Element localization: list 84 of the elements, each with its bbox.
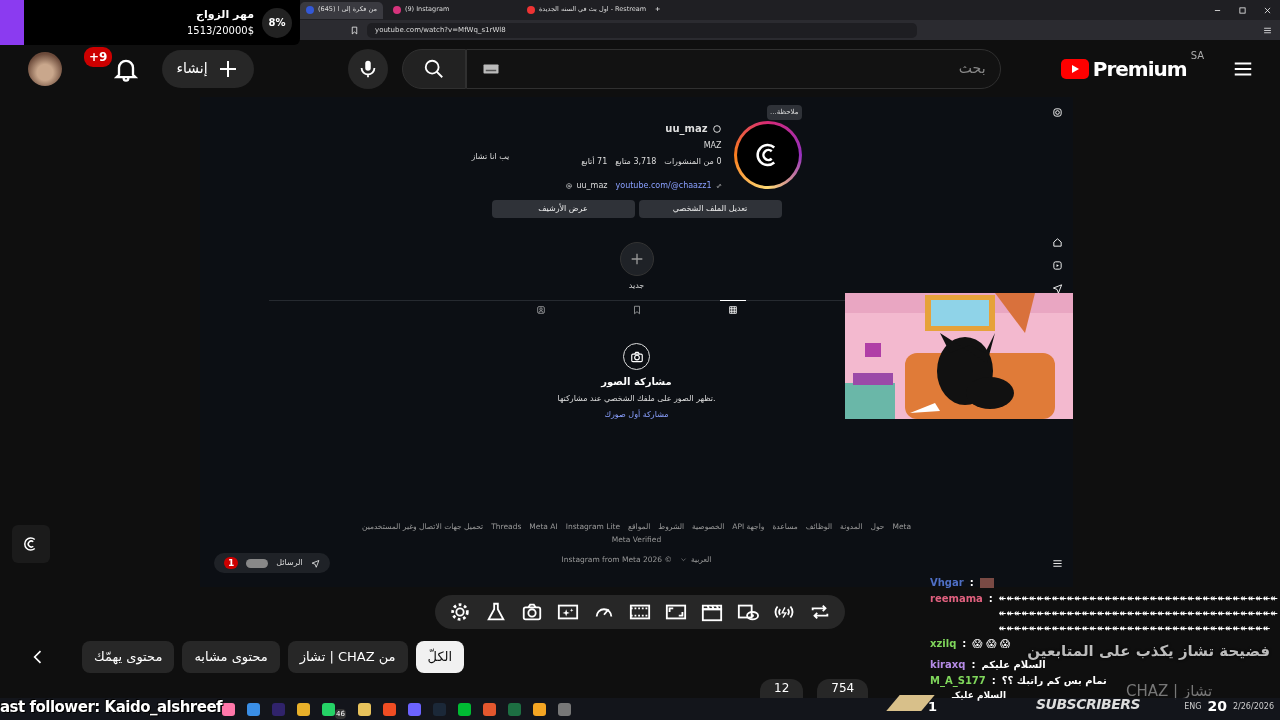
bookmark-icon[interactable] xyxy=(350,25,359,35)
chat-username: Vhgar xyxy=(930,576,964,590)
chat-message: السلام عليكـ xyxy=(952,689,1006,701)
tab-favicon xyxy=(392,6,401,14)
language-indicator[interactable]: ENG xyxy=(1184,700,1202,713)
tab-favicon xyxy=(526,6,535,14)
chat-separator: : xyxy=(991,674,996,688)
avatar[interactable] xyxy=(28,51,62,86)
filter-chip[interactable]: من CHAZ | تشاز xyxy=(287,641,408,673)
taskbar-app-icon[interactable] xyxy=(457,702,471,716)
profile-stat[interactable]: 71 أتابع xyxy=(581,156,608,168)
subscriber-goal: 20 xyxy=(1207,698,1227,716)
goal-amount: 1513/20000$ xyxy=(187,24,254,39)
goal-title: مهر الزواج xyxy=(195,6,254,24)
chat-separator: : xyxy=(988,592,993,606)
chat-username: reemama xyxy=(930,592,983,606)
play-icon xyxy=(1060,58,1089,79)
taskbar-app-icon[interactable] xyxy=(322,702,335,716)
notification-badge: +9 xyxy=(84,46,113,67)
home-icon[interactable] xyxy=(1052,237,1063,248)
profile-stat[interactable]: 3,718 متابع xyxy=(615,156,657,168)
overlay-banner-text: فضيحة تشاز يكذب على المتابعين xyxy=(1027,642,1270,660)
filter-chip[interactable]: محتوى مشابه xyxy=(182,641,280,673)
chat-separator: : xyxy=(971,658,976,672)
region-code: SA xyxy=(1190,48,1204,63)
chat-message: تمام بس كم راتبك ؟؟ xyxy=(1001,674,1107,689)
youtube-premium-logo[interactable]: Premium xyxy=(1060,53,1187,84)
chat-separator: : xyxy=(969,576,974,590)
tab-favicon xyxy=(306,6,314,14)
new-highlight-button[interactable] xyxy=(619,242,654,276)
messages-badge: 1 xyxy=(224,557,239,569)
chat-separator: : xyxy=(962,637,967,651)
search-icon xyxy=(422,57,445,80)
chat-message: ↞↞↞↞↞↞↞↞↞↞↞↞↞↞↞↞↞↞↞↞↞↞↞↞↞↞↞↞↞↞↞↞↞↞↞↞↞↞↞↞↞↞↞↞↞↞↞↞↞↞↞↞↞↞↞↞↞↞↞↞↞↞↞↞↞↞↞↞↞↞↞↞↞↞↞↞↞↞↞↞↞↞↞↞↞↞↞↞↞↞↞↞↞↞↞↞↞↞↞↞↞↞↞↞↞↞↞↞↞↞ xyxy=(998,592,1279,635)
bio-text: يب انا تشاز xyxy=(471,150,510,163)
taskbar-app-icon[interactable] xyxy=(222,702,235,716)
taskbar-app-icon[interactable] xyxy=(482,702,496,716)
profile-button[interactable]: تعديل الملف الشخصي xyxy=(638,200,782,218)
filter-chip[interactable]: الكلّ xyxy=(415,641,465,673)
menu-icon[interactable] xyxy=(1263,25,1272,35)
avatar-stack xyxy=(246,558,269,568)
taskbar-app-icon[interactable] xyxy=(532,702,546,716)
count-pill[interactable]: 12 xyxy=(760,679,804,698)
tagged-icon xyxy=(535,305,546,315)
profile-link[interactable]: youtube.com/@chaazz1 xyxy=(615,180,722,192)
emote xyxy=(979,578,994,588)
taskbar-app-icon[interactable] xyxy=(357,702,371,716)
profile-button[interactable]: عرض الأرشيف xyxy=(491,200,635,218)
taskbar-app-icon[interactable] xyxy=(247,702,260,716)
chat-username: M_A_S177 xyxy=(930,674,986,689)
taskbar-app-icon[interactable] xyxy=(297,702,310,716)
channel-logo[interactable] xyxy=(12,525,50,563)
send-icon[interactable] xyxy=(1052,283,1063,294)
chat-message: السلام عليكم xyxy=(981,659,1046,673)
threads-handle[interactable]: uu_maz xyxy=(566,180,608,192)
restore-icon[interactable] xyxy=(1238,5,1247,15)
send-icon xyxy=(310,558,320,568)
taskbar-app-icon[interactable] xyxy=(382,702,396,716)
share-link[interactable]: مشاركة أول صورك xyxy=(604,409,669,421)
create-button[interactable]: إنشاء xyxy=(162,49,254,88)
subscribers-label: SUBSCRIBERS xyxy=(1036,696,1141,714)
grid-icon xyxy=(727,305,738,315)
last-follower-text: ast follower: Kaido_alshreef xyxy=(0,696,223,718)
date-text: 2/26/2026 xyxy=(1232,700,1274,713)
empty-text: تظهر الصور على ملفك الشخصي عند مشاركتها. xyxy=(557,393,716,405)
chat-username: kiraxq xyxy=(930,658,966,672)
profile-stat[interactable]: 0 من المنشورات xyxy=(664,156,722,168)
channel-watermark: CHAZ | تشاز xyxy=(1126,684,1213,699)
highlight-label: جديد xyxy=(628,280,645,292)
menu-icon[interactable] xyxy=(1052,558,1063,569)
reels-icon[interactable] xyxy=(1052,260,1063,271)
chat-message: 😱 😱 😱 xyxy=(972,637,1011,651)
chat-username: xzilq xyxy=(930,637,957,651)
goal-percent: 8% xyxy=(262,7,292,38)
bookmark-icon xyxy=(631,305,642,315)
search-field[interactable]: بحث xyxy=(465,48,1001,89)
subscriber-count: 1 xyxy=(928,700,938,714)
count-pill[interactable]: 754 xyxy=(817,679,869,698)
display-name: MAZ xyxy=(702,140,722,152)
username: uu_maz xyxy=(665,122,708,136)
close-icon[interactable] xyxy=(1263,5,1272,15)
filter-chip[interactable]: محتوى يهمّك xyxy=(82,641,175,673)
search-button[interactable] xyxy=(401,48,466,89)
empty-title: مشاركة الصور xyxy=(601,375,672,389)
